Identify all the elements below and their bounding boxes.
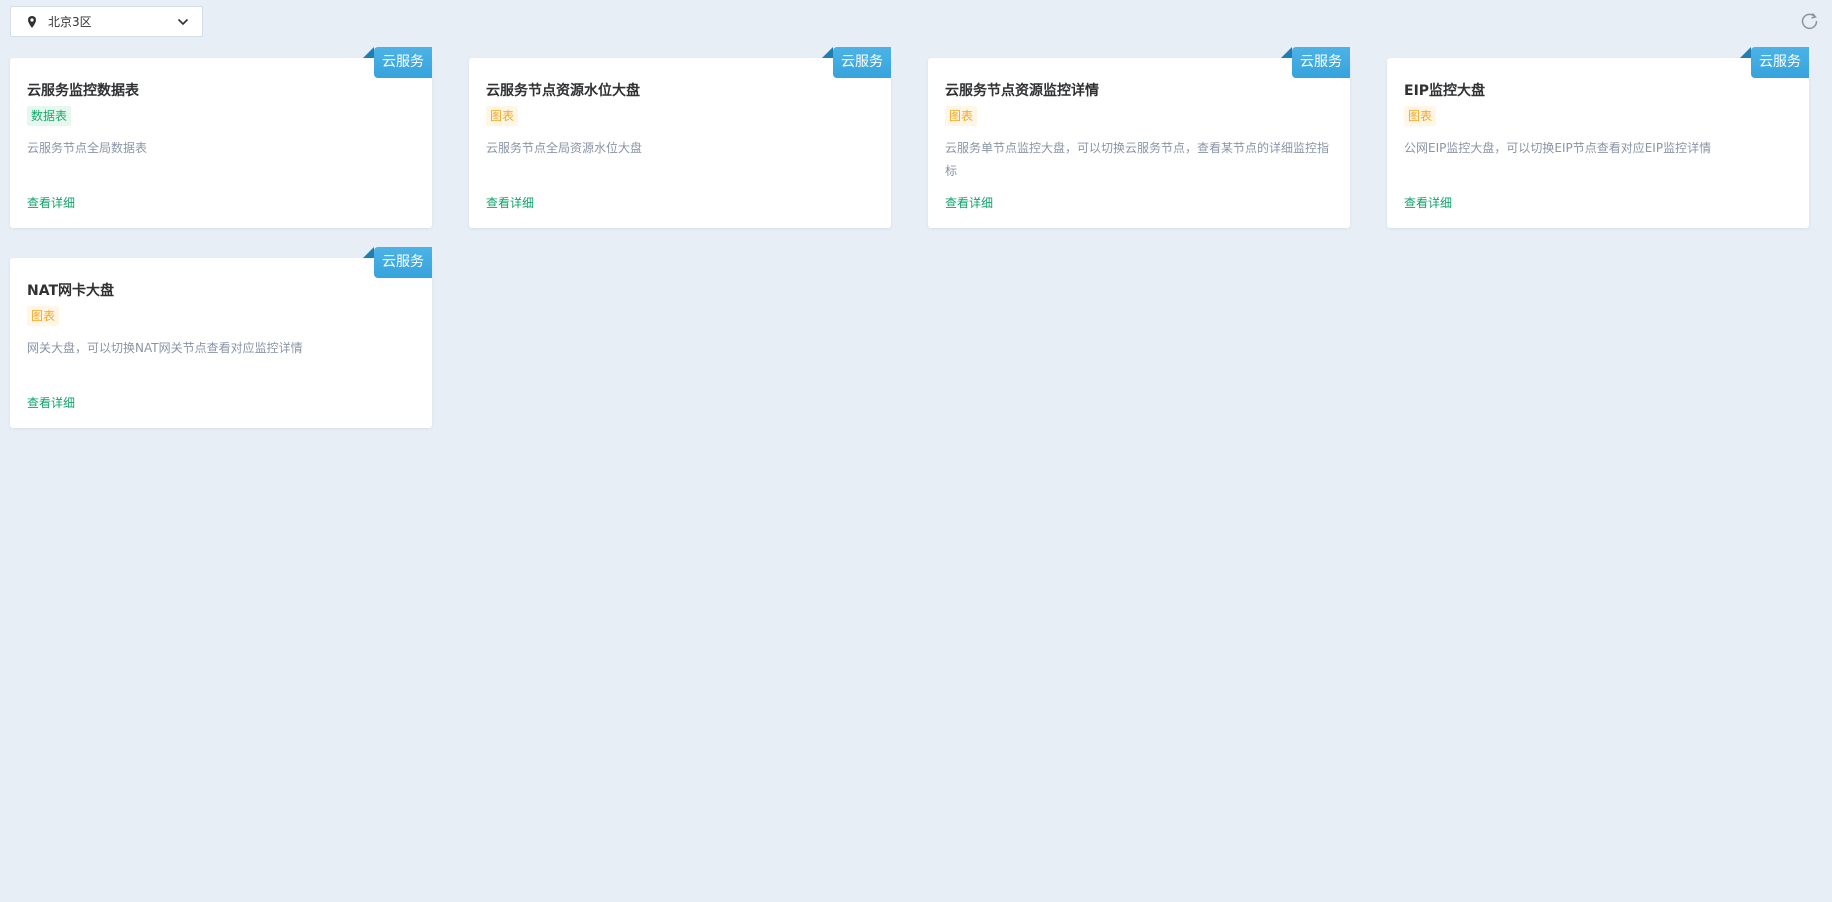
ribbon-fold [822,47,833,58]
ribbon-fold [1740,47,1751,58]
type-tag: 图表 [486,106,519,126]
dashboard-card: 云服务 NAT网卡大盘 图表 网关大盘，可以切换NAT网关节点查看对应监控详情 … [10,247,432,428]
chevron-down-icon [177,18,189,26]
card-description: 网关大盘，可以切换NAT网关节点查看对应监控详情 [27,341,303,355]
dashboard-card: 云服务 云服务节点资源监控详情 图表 云服务单节点监控大盘，可以切换云服务节点，… [928,47,1350,228]
dashboard-card: 云服务 云服务监控数据表 数据表 云服务节点全局数据表 查看详细 [10,47,432,228]
card-title: 云服务节点资源水位大盘 [486,83,640,99]
card-description: 云服务单节点监控大盘，可以切换云服务节点，查看某节点的详细监控指标 [945,141,1330,178]
type-tag: 图表 [27,306,60,326]
view-details-link[interactable]: 查看详细 [1404,195,1452,211]
toolbar: 北京3区 [0,0,1832,46]
refresh-icon[interactable] [1800,11,1819,30]
category-ribbon: 云服务 [1292,47,1350,78]
card-title: 云服务监控数据表 [27,83,139,99]
category-ribbon: 云服务 [374,247,432,278]
dashboard-card: 云服务 云服务节点资源水位大盘 图表 云服务节点全局资源水位大盘 查看详细 [469,47,891,228]
map-pin-icon [28,16,36,28]
card-description: 云服务节点全局数据表 [27,141,148,155]
ribbon-fold [363,247,374,258]
card-description: 公网EIP监控大盘，可以切换EIP节点查看对应EIP监控详情 [1404,141,1712,155]
region-select-value: 北京3区 [48,15,92,29]
card-title: 云服务节点资源监控详情 [945,83,1099,99]
type-tag: 数据表 [27,106,72,126]
ribbon-fold [1281,47,1292,58]
category-ribbon: 云服务 [374,47,432,78]
type-tag: 图表 [1404,106,1437,126]
card-description: 云服务节点全局资源水位大盘 [486,141,643,155]
region-select[interactable]: 北京3区 [10,6,203,37]
view-details-link[interactable]: 查看详细 [27,395,75,411]
view-details-link[interactable]: 查看详细 [945,195,993,211]
category-ribbon: 云服务 [833,47,891,78]
ribbon-fold [363,47,374,58]
type-tag: 图表 [945,106,978,126]
card-title: EIP监控大盘 [1404,83,1486,99]
view-details-link[interactable]: 查看详细 [27,195,75,211]
dashboard-card: 云服务 EIP监控大盘 图表 公网EIP监控大盘，可以切换EIP节点查看对应EI… [1387,47,1809,228]
view-details-link[interactable]: 查看详细 [486,195,534,211]
category-ribbon: 云服务 [1751,47,1809,78]
card-title: NAT网卡大盘 [27,283,115,299]
